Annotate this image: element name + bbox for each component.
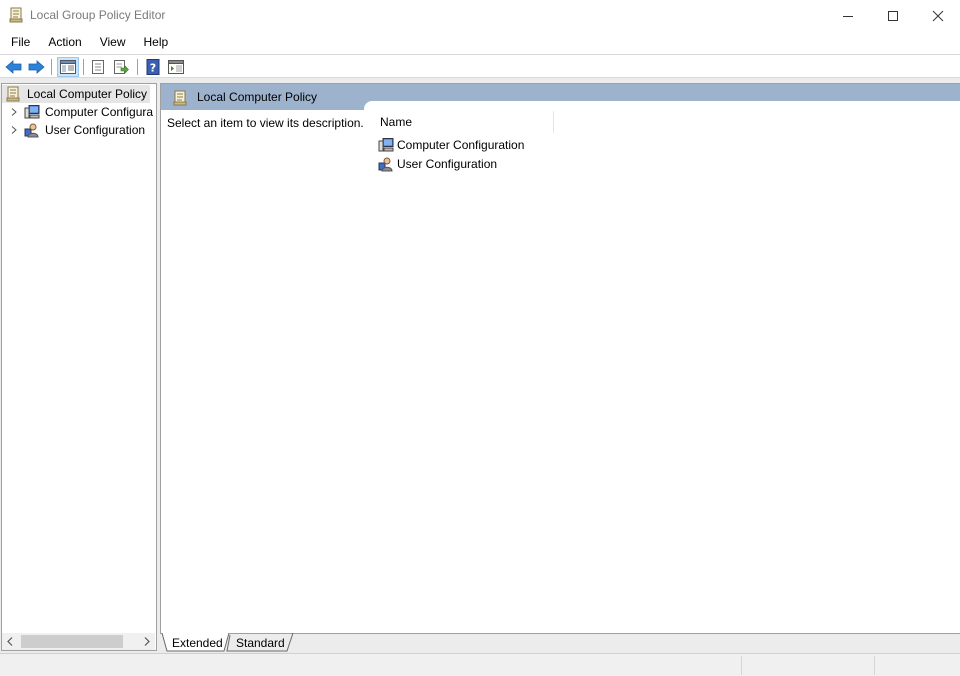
details-header-title: Local Computer Policy <box>197 90 318 104</box>
scroll-left-arrow-icon[interactable] <box>6 637 14 646</box>
scrollbar-thumb[interactable] <box>21 635 123 648</box>
close-icon <box>932 10 943 21</box>
computer-icon <box>24 105 40 119</box>
list-item-user-configuration[interactable]: User Configuration <box>378 154 497 173</box>
item-list-panel <box>364 101 960 631</box>
tab-standard[interactable]: Standard <box>236 634 285 652</box>
list-item-label: Computer Configuration <box>397 137 525 152</box>
show-hide-console-tree-icon <box>60 60 76 74</box>
status-bar <box>0 653 960 676</box>
tree-item-local-computer-policy[interactable]: Local Computer Policy <box>2 85 156 103</box>
back-button[interactable] <box>4 57 24 77</box>
user-icon <box>24 123 39 138</box>
minimize-button[interactable] <box>825 0 870 31</box>
scroll-right-arrow-icon[interactable] <box>143 637 151 646</box>
minimize-icon <box>842 15 853 17</box>
tree-item-label: Local Computer Policy <box>27 87 148 101</box>
view-tab-strip: Extended Standard <box>160 633 960 652</box>
details-pane: Local Computer Policy Select an item to … <box>160 83 960 651</box>
properties-button[interactable] <box>88 57 108 77</box>
close-button[interactable] <box>915 0 960 31</box>
status-bar-divider <box>874 656 875 675</box>
title-bar[interactable]: Local Group Policy Editor <box>0 0 960 31</box>
menu-file[interactable]: File <box>0 32 37 52</box>
show-hide-action-pane-button[interactable] <box>166 57 186 77</box>
menu-bar: File Action View Help <box>0 31 960 53</box>
list-item-label: User Configuration <box>397 156 498 171</box>
show-hide-console-tree-button[interactable] <box>57 57 79 77</box>
tree-item-user-configuration[interactable]: User Configuration <box>2 121 156 139</box>
console-tree-pane[interactable]: Local Computer Policy Computer Configura… <box>1 83 157 651</box>
window-title: Local Group Policy Editor <box>30 8 166 22</box>
tree-item-label: User Configuration <box>45 123 146 137</box>
maximize-button[interactable] <box>870 0 915 31</box>
computer-icon <box>378 137 394 151</box>
policy-document-icon <box>9 7 23 23</box>
tree-horizontal-scrollbar[interactable] <box>2 633 155 650</box>
column-header-name[interactable]: Name <box>380 115 412 129</box>
toolbar-separator <box>137 59 138 75</box>
policy-document-icon <box>173 90 187 106</box>
user-icon <box>378 157 393 171</box>
toolbar: ? <box>0 54 960 78</box>
tree-item-computer-configuration[interactable]: Computer Configura <box>2 103 156 121</box>
menu-view[interactable]: View <box>89 32 133 52</box>
properties-icon <box>92 60 104 74</box>
export-list-icon <box>114 60 129 74</box>
policy-document-icon <box>6 86 20 102</box>
show-hide-action-pane-icon <box>168 60 184 74</box>
tab-extended[interactable]: Extended <box>172 634 223 652</box>
toolbar-separator <box>83 59 84 75</box>
tree-item-label: Computer Configura <box>45 105 154 119</box>
menu-action[interactable]: Action <box>37 32 88 52</box>
column-divider[interactable] <box>553 111 554 133</box>
back-arrow-icon <box>5 60 22 74</box>
maximize-icon <box>887 10 898 21</box>
menu-help[interactable]: Help <box>133 32 176 52</box>
forward-button[interactable] <box>26 57 46 77</box>
chevron-right-icon[interactable] <box>9 125 19 135</box>
help-icon: ? <box>146 59 160 75</box>
description-text: Select an item to view its description. <box>167 116 364 130</box>
forward-arrow-icon <box>28 60 45 74</box>
chevron-right-icon[interactable] <box>9 107 19 117</box>
svg-text:?: ? <box>150 62 156 75</box>
export-list-button[interactable] <box>111 57 131 77</box>
status-bar-divider <box>741 656 742 675</box>
list-item-computer-configuration[interactable]: Computer Configuration <box>378 135 524 154</box>
toolbar-separator <box>51 59 52 75</box>
help-button[interactable]: ? <box>143 57 163 77</box>
